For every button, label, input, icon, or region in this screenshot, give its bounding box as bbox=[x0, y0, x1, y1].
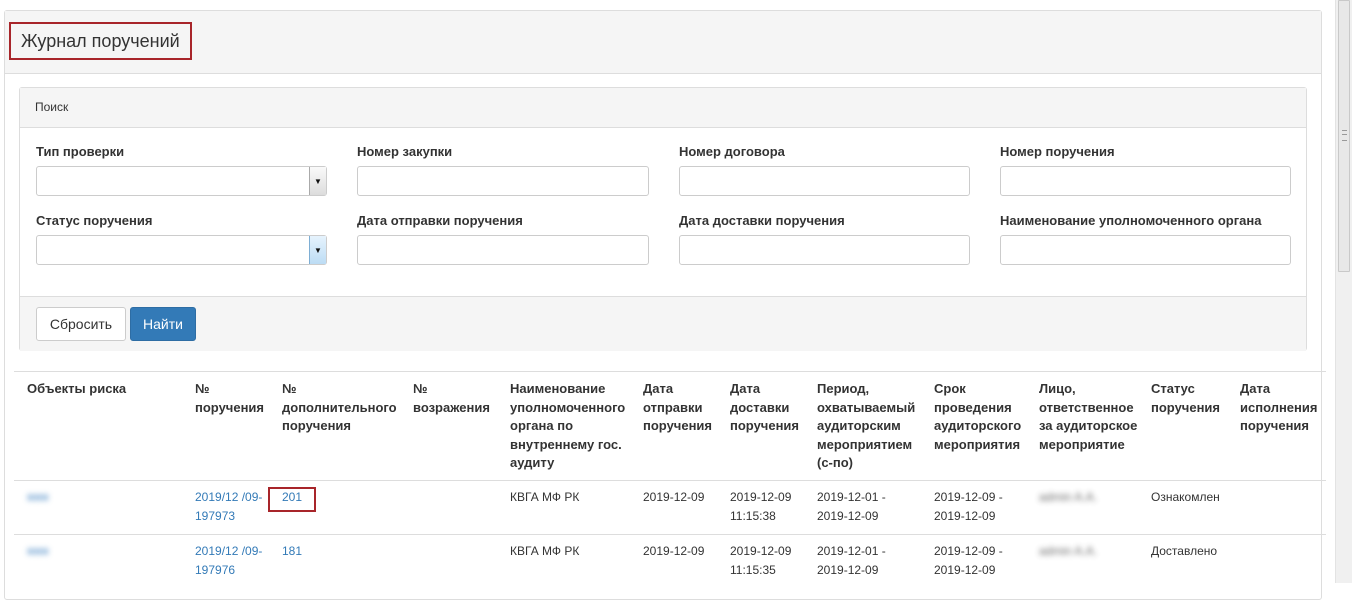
sent-date-cell: 2019-12-09 bbox=[643, 490, 705, 504]
order-no-link[interactable]: 2019/12 /09-197976 bbox=[195, 542, 273, 580]
scrollbar-thumb[interactable] bbox=[1338, 0, 1350, 272]
responsible-cell: admin A.A. bbox=[1039, 544, 1098, 558]
period-cell: 2019-12-01 - 2019-12-09 bbox=[817, 490, 886, 523]
col-sent-date: Дата отправки поручения bbox=[643, 381, 712, 433]
check-type-select[interactable]: ▼ bbox=[36, 166, 327, 196]
purchase-number-label: Номер закупки bbox=[357, 144, 453, 159]
chevron-down-icon[interactable]: ▼ bbox=[309, 236, 326, 264]
page-title: Журнал поручений bbox=[9, 22, 192, 60]
table-top-border bbox=[14, 371, 1326, 372]
authority-cell: КВГА МФ РК bbox=[510, 490, 580, 504]
sent-date-input[interactable] bbox=[357, 235, 649, 265]
sent-date-label: Дата отправки поручения bbox=[357, 213, 523, 228]
col-responsible: Лицо, ответственное за аудиторское мероп… bbox=[1039, 381, 1138, 452]
col-authority: Наименование уполномоченного органа по в… bbox=[510, 381, 626, 470]
risk-object-link[interactable]: ■■■ bbox=[27, 542, 49, 561]
period-cell: 2019-12-01 - 2019-12-09 bbox=[817, 544, 886, 577]
col-term: Срок проведения аудиторского мероприятия bbox=[934, 381, 1022, 452]
risk-object-link[interactable]: ■■■ bbox=[27, 488, 49, 507]
search-panel-title: Поиск bbox=[20, 88, 1306, 128]
header-bottom-border bbox=[14, 480, 1326, 481]
responsible-cell: admin A.A. bbox=[1039, 490, 1098, 504]
status-cell: Доставлено bbox=[1151, 544, 1218, 558]
authority-name-label: Наименование уполномоченного органа bbox=[1000, 213, 1262, 228]
search-panel: Поиск Тип проверки ▼ Номер закупки Номер… bbox=[19, 87, 1307, 351]
purchase-number-input[interactable] bbox=[357, 166, 649, 196]
grip-icon bbox=[1342, 130, 1347, 141]
panel-heading: Журнал поручений bbox=[5, 11, 1321, 74]
col-objection-no: № возражения bbox=[413, 381, 490, 415]
authority-name-input[interactable] bbox=[1000, 235, 1291, 265]
term-cell: 2019-12-09 - 2019-12-09 bbox=[934, 490, 1003, 523]
term-cell: 2019-12-09 - 2019-12-09 bbox=[934, 544, 1003, 577]
contract-number-input[interactable] bbox=[679, 166, 970, 196]
col-exec-date: Дата исполнения поручения bbox=[1240, 381, 1318, 433]
order-status-label: Статус поручения bbox=[36, 213, 153, 228]
col-additional-no: № дополнительного поручения bbox=[282, 381, 397, 433]
vertical-scrollbar[interactable] bbox=[1335, 0, 1352, 583]
order-number-input[interactable] bbox=[1000, 166, 1291, 196]
col-delivery-date: Дата доставки поручения bbox=[730, 381, 799, 433]
col-status: Статус поручения bbox=[1151, 381, 1220, 415]
check-type-label: Тип проверки bbox=[36, 144, 125, 159]
find-button[interactable]: Найти bbox=[130, 307, 196, 341]
delivery-date-cell: 2019-12-09 11:15:35 bbox=[730, 544, 792, 577]
additional-no-link[interactable]: 181 bbox=[282, 542, 302, 561]
col-risk-objects: Объекты риска bbox=[27, 381, 127, 396]
delivery-date-cell: 2019-12-09 11:15:38 bbox=[730, 490, 792, 523]
search-actions: Сбросить Найти bbox=[20, 296, 1306, 351]
reset-button[interactable]: Сбросить bbox=[36, 307, 126, 341]
row-divider bbox=[14, 534, 1326, 535]
sent-date-cell: 2019-12-09 bbox=[643, 544, 705, 558]
status-cell: Ознакомлен bbox=[1151, 490, 1220, 504]
highlight-box bbox=[268, 487, 316, 512]
order-number-label: Номер поручения bbox=[1000, 144, 1115, 159]
delivery-date-label: Дата доставки поручения bbox=[679, 213, 845, 228]
contract-number-label: Номер договора bbox=[679, 144, 785, 159]
order-no-link[interactable]: 2019/12 /09-197973 bbox=[195, 488, 273, 526]
chevron-down-icon[interactable]: ▼ bbox=[309, 167, 326, 195]
col-period: Период, охватываемый аудиторским меропри… bbox=[817, 381, 916, 470]
authority-cell: КВГА МФ РК bbox=[510, 544, 580, 558]
order-status-select[interactable]: ▼ bbox=[36, 235, 327, 265]
col-order-no: № поручения bbox=[195, 381, 264, 415]
delivery-date-input[interactable] bbox=[679, 235, 970, 265]
